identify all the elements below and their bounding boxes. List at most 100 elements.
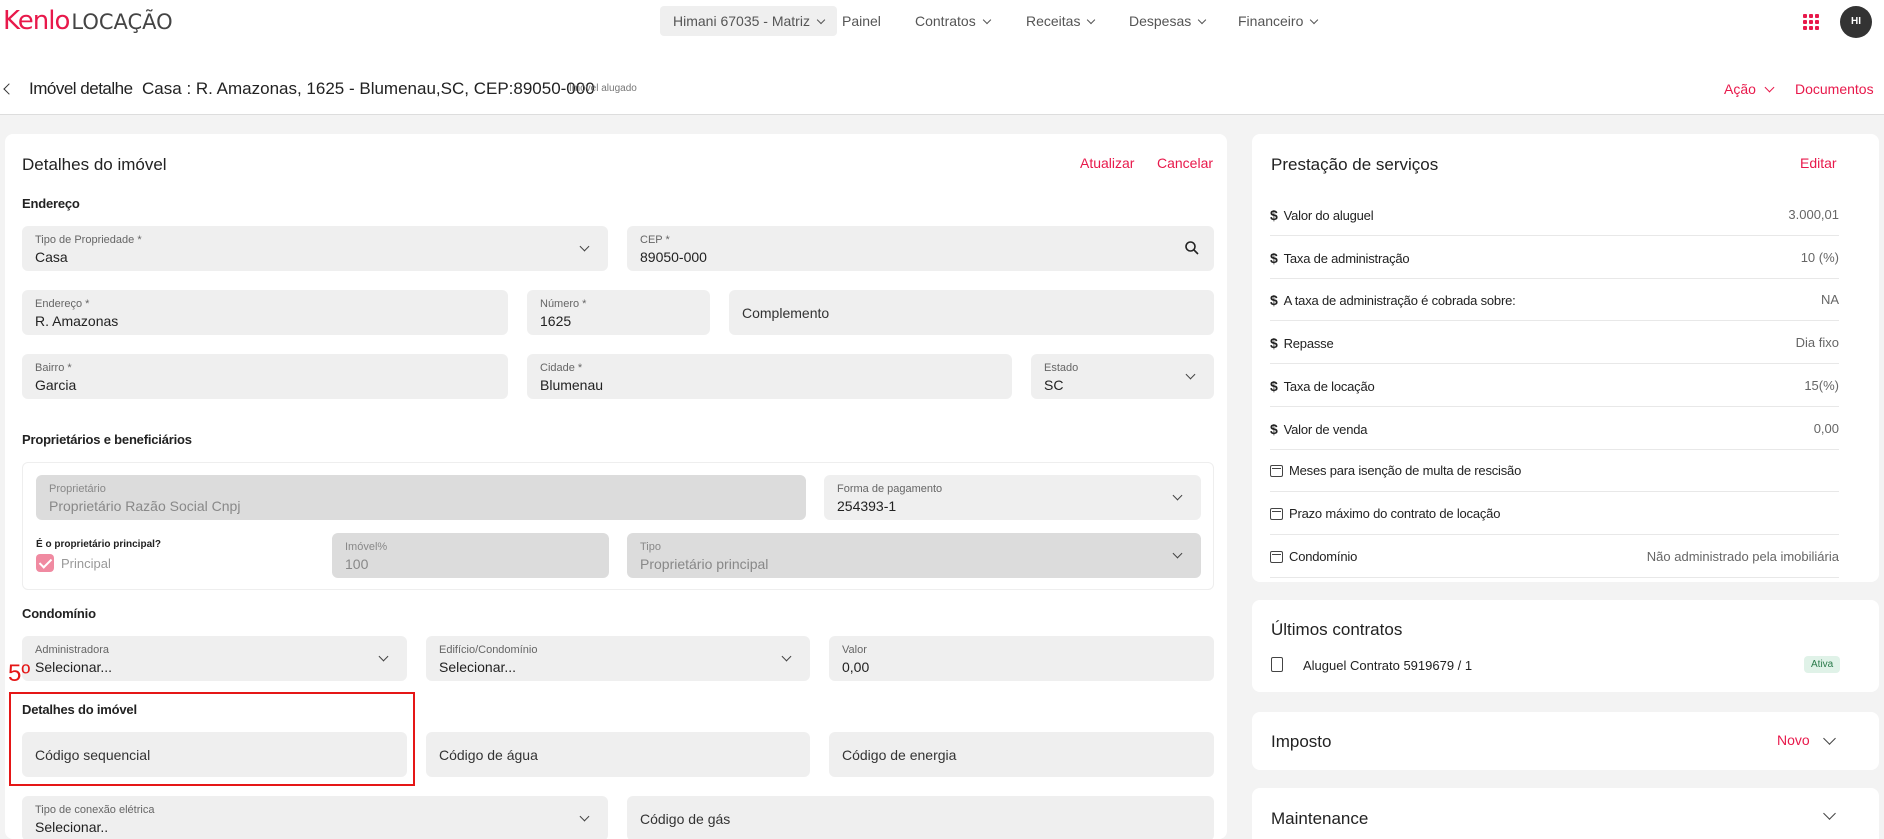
service-label: Repasse [1283, 336, 1334, 352]
service-label: Taxa de locação [1283, 378, 1375, 394]
contract-link[interactable]: Aluguel Contrato 5919679 / 1 [1303, 658, 1472, 673]
contracts-title: Últimos contratos [1271, 620, 1403, 639]
chevron-down-icon [579, 811, 590, 822]
service-row: $ Valor do aluguel 3.000,01 [1270, 193, 1839, 236]
service-value: NA [1820, 292, 1839, 308]
service-row: $ A taxa de administração é cobrada sobre… [1270, 278, 1839, 322]
nav-receitas[interactable]: Receitas [1026, 6, 1096, 36]
cancelar-button[interactable]: Cancelar [1157, 155, 1213, 171]
calendar-icon [1270, 507, 1283, 520]
service-label: Condomínio [1289, 548, 1358, 564]
cidade-field[interactable]: Cidade * Blumenau [527, 354, 1012, 399]
chevron-down-icon [1172, 490, 1183, 501]
detalhes-section: Detalhes do imóvel [22, 702, 137, 717]
chevron-down-icon [1198, 15, 1207, 25]
details-title: Detalhes do imóvel [22, 155, 167, 174]
atualizar-button[interactable]: Atualizar [1080, 155, 1134, 171]
valor-field[interactable]: Valor 0,00 [829, 636, 1214, 681]
search-icon[interactable] [1184, 240, 1200, 256]
condominio-section: Condomínio [22, 606, 96, 621]
endereco-field[interactable]: Endereço * R. Amazonas [22, 290, 508, 335]
chevron-down-icon [816, 15, 826, 25]
service-row: $ Repasse Dia fixo [1270, 321, 1839, 365]
nav-contratos[interactable]: Contratos [915, 6, 991, 36]
service-label: A taxa de administração é cobrada sobre: [1283, 293, 1516, 309]
tipo-propriedade-select[interactable]: Tipo de Propriedade * Casa [22, 226, 608, 271]
imposto-title: Imposto [1271, 732, 1332, 751]
logo[interactable]: KenloLOCAÇÃO [3, 6, 173, 36]
service-value: 15(%) [1804, 377, 1839, 393]
calendar-icon [1270, 465, 1283, 478]
service-row: $ Taxa de administração 10 (%) [1270, 236, 1839, 279]
tipo-owner-select: Tipo Proprietário principal [627, 533, 1201, 578]
page-title: Imóvel detalhe Casa : R. Amazonas, 1625 … [29, 79, 595, 98]
chevron-down-icon [781, 651, 792, 662]
edificio-select[interactable]: Edifício/Condomínio Selecionar... [426, 636, 810, 681]
nav-financeiro[interactable]: Financeiro [1238, 6, 1319, 36]
dollar-icon: $ [1270, 420, 1278, 437]
service-value: 0,00 [1813, 420, 1839, 436]
acao-menu[interactable]: Ação [1724, 81, 1775, 97]
codigo-sequencial-field[interactable]: Código sequencial [22, 732, 407, 777]
chevron-down-icon [1764, 82, 1775, 93]
codigo-agua-field[interactable]: Código de água [426, 732, 810, 777]
imovel-pct-field: Imóvel% 100 [332, 533, 609, 578]
principal-label: Principal [61, 556, 111, 571]
avatar[interactable]: HI [1840, 6, 1872, 38]
chevron-down-icon [982, 15, 991, 25]
chevron-down-icon [579, 241, 590, 252]
service-value: Dia fixo [1795, 335, 1839, 351]
maintenance-title: Maintenance [1271, 809, 1369, 828]
document-icon [1271, 657, 1283, 672]
conexao-eletrica-select[interactable]: Tipo de conexão elétrica Selecionar.. [22, 796, 608, 839]
principal-question: É o proprietário principal? [36, 539, 162, 550]
chevron-down-icon [1310, 15, 1319, 25]
page-header: Imóvel detalhe Casa : R. Amazonas, 1625 … [0, 44, 1884, 115]
service-row: Condomínio Não administrado pela imobiliá… [1270, 535, 1839, 578]
back-arrow-icon[interactable] [3, 83, 15, 95]
service-value: Não administrado pela imobiliária [1646, 548, 1839, 564]
dollar-icon: $ [1270, 249, 1278, 266]
dollar-icon: $ [1270, 207, 1278, 223]
forma-pagamento-select[interactable]: Forma de pagamento 254393-1 [824, 475, 1201, 520]
codigo-gas-field[interactable]: Código de gás [627, 796, 1214, 839]
owners-section: Proprietários e beneficiários [22, 432, 192, 447]
chevron-down-icon [1172, 548, 1183, 559]
service-row: $ Taxa de locação 15(%) [1270, 364, 1839, 407]
estado-select[interactable]: Estado SC [1031, 354, 1214, 399]
dollar-icon: $ [1270, 292, 1278, 309]
chevron-down-icon [1185, 369, 1196, 380]
bairro-field[interactable]: Bairro * Garcia [22, 354, 508, 399]
service-row: Prazo máximo do contrato de locação [1270, 492, 1839, 535]
branch-selector[interactable]: Himani 67035 - Matriz [660, 6, 837, 36]
service-row: Meses para isenção de multa de rescisão [1270, 449, 1839, 493]
editar-button[interactable]: Editar [1800, 155, 1837, 171]
proprietario-field: Proprietário Proprietário Razão Social Cn… [36, 475, 806, 520]
apps-grid-icon[interactable] [1803, 14, 1819, 30]
nav-despesas[interactable]: Despesas [1129, 6, 1207, 36]
chevron-down-icon [1087, 15, 1096, 25]
service-label: Taxa de administração [1283, 250, 1410, 266]
service-label: Meses para isenção de multa de rescisão [1289, 463, 1522, 479]
service-label: Valor do aluguel [1283, 208, 1374, 223]
documentos-link[interactable]: Documentos [1795, 81, 1874, 97]
principal-checkbox[interactable] [36, 554, 54, 572]
calendar-icon [1270, 550, 1283, 563]
nav-painel[interactable]: Painel [842, 6, 881, 36]
contracts-card [1252, 600, 1879, 692]
cep-field[interactable]: CEP * 89050-000 [627, 226, 1214, 271]
codigo-energia-field[interactable]: Código de energia [829, 732, 1214, 777]
chevron-down-icon [378, 651, 389, 662]
dollar-icon: $ [1270, 335, 1278, 352]
service-label: Valor de venda [1283, 421, 1368, 437]
service-value: 10 (%) [1800, 249, 1839, 265]
novo-button[interactable]: Novo [1777, 732, 1810, 748]
service-label: Prazo máximo do contrato de locação [1289, 505, 1501, 521]
service-row: $ Valor de venda 0,00 [1270, 407, 1839, 450]
status-badge: Imóvel alugado [569, 83, 637, 94]
numero-field[interactable]: Número * 1625 [527, 290, 710, 335]
administradora-select[interactable]: Administradora Selecionar... [22, 636, 407, 681]
complemento-field[interactable]: Complemento [729, 290, 1214, 335]
annotation-label: 5º [8, 660, 31, 687]
dollar-icon: $ [1270, 377, 1278, 394]
